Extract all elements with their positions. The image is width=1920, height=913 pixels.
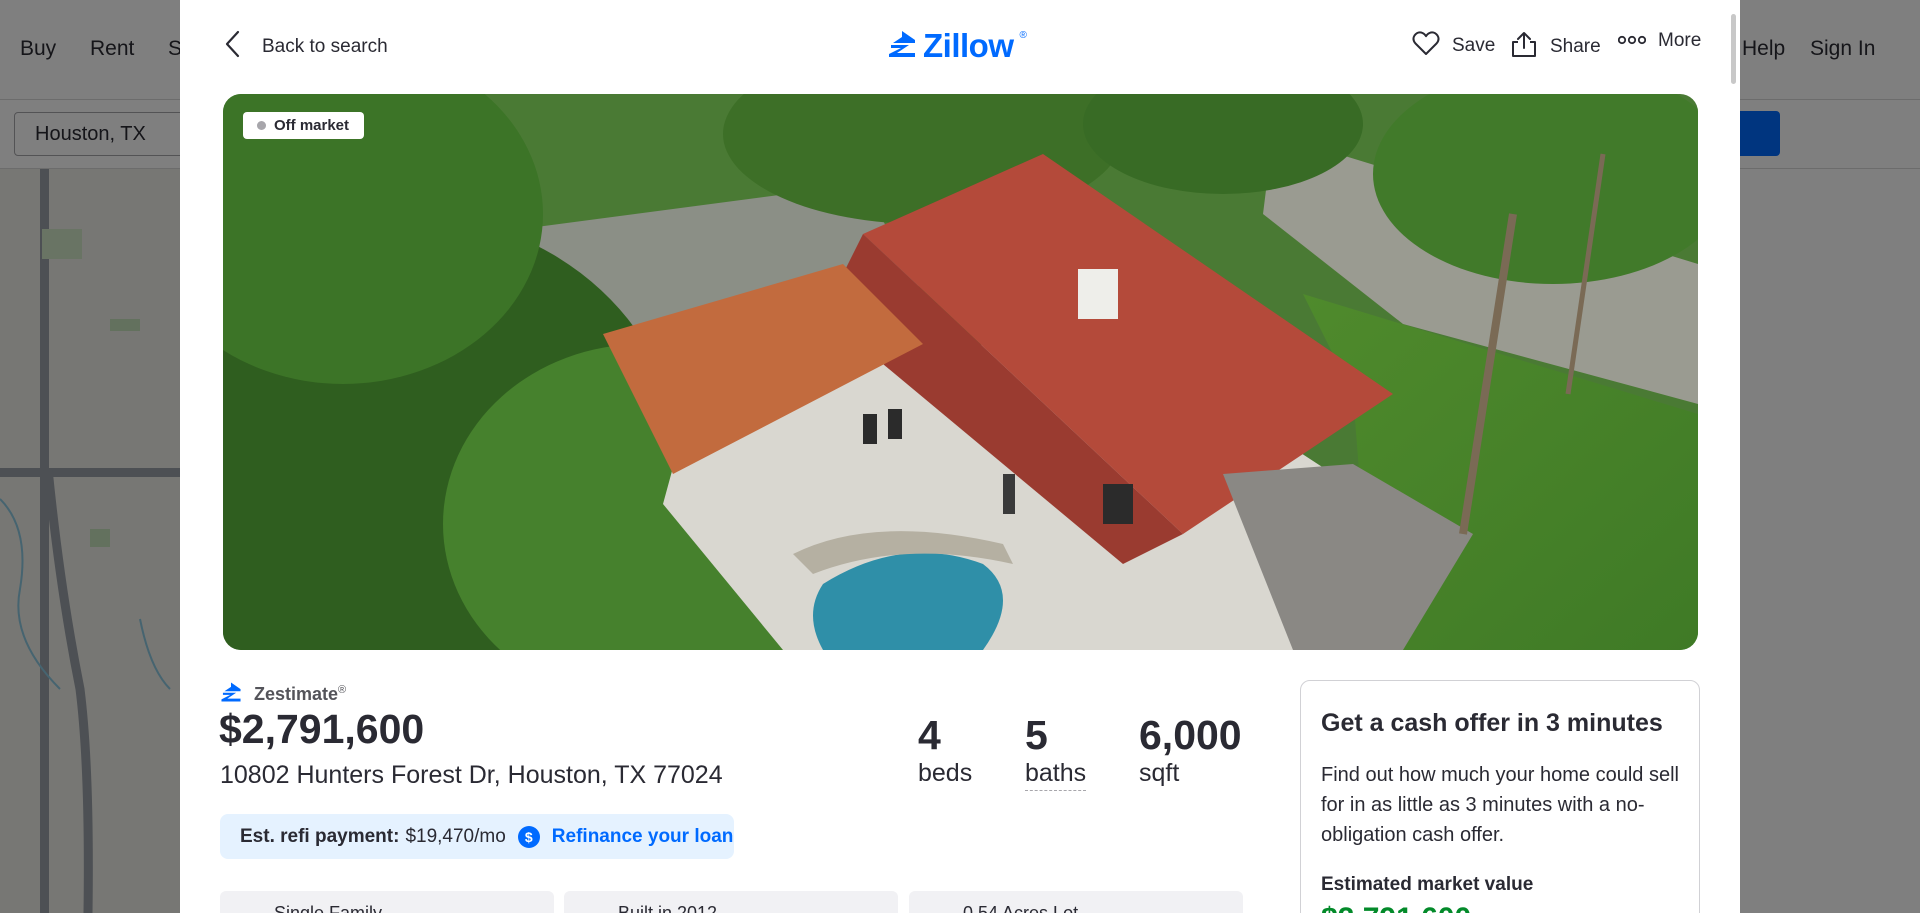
save-label: Save bbox=[1452, 35, 1496, 56]
sqft-stat: 6,000 sqft bbox=[1139, 712, 1242, 788]
chevron-left-icon bbox=[224, 30, 240, 63]
fact-home-type: Single Family bbox=[220, 891, 554, 913]
beds-stat: 4 beds bbox=[918, 712, 972, 788]
zestimate-label[interactable]: Zestimate® bbox=[254, 684, 346, 705]
zillow-logo-icon bbox=[220, 681, 242, 708]
baths-value: 5 bbox=[1025, 712, 1048, 758]
save-button[interactable]: Save bbox=[1412, 30, 1495, 62]
aerial-house-image bbox=[223, 94, 1698, 650]
property-detail-modal: Back to search Zillow ® Save Share More … bbox=[180, 0, 1740, 913]
beds-value: 4 bbox=[918, 712, 941, 758]
heart-icon bbox=[1412, 30, 1440, 62]
refi-payment-banner: Est. refi payment: $19,470/mo $ Refinanc… bbox=[220, 814, 734, 859]
baths-stat[interactable]: 5 baths bbox=[1025, 712, 1087, 791]
share-label: Share bbox=[1550, 36, 1601, 57]
estimated-market-value-label: Estimated market value bbox=[1321, 874, 1534, 895]
logo-registered-mark: ® bbox=[1019, 29, 1027, 41]
status-tag-label: Off market bbox=[274, 117, 350, 134]
fact-year-built: Built in 2012 bbox=[564, 891, 898, 913]
zillow-logo-icon bbox=[887, 29, 917, 64]
zestimate-label-row: Zestimate® bbox=[220, 681, 346, 708]
property-photo[interactable]: Off market bbox=[223, 94, 1698, 650]
refi-payment-label: Est. refi payment: bbox=[240, 825, 400, 847]
more-label: More bbox=[1658, 30, 1702, 51]
back-to-search-label: Back to search bbox=[262, 35, 388, 57]
cash-offer-title: Get a cash offer in 3 minutes bbox=[1321, 709, 1663, 737]
more-button[interactable]: More bbox=[1617, 30, 1702, 52]
sqft-label: sqft bbox=[1139, 759, 1180, 787]
refi-payment-amount: $19,470/mo bbox=[405, 825, 506, 847]
back-to-search-link[interactable]: Back to search bbox=[224, 30, 388, 63]
baths-label[interactable]: baths bbox=[1025, 758, 1087, 791]
property-address: 10802 Hunters Forest Dr, Houston, TX 770… bbox=[220, 761, 723, 789]
zillow-logo[interactable]: Zillow ® bbox=[887, 27, 1027, 65]
estimated-market-value: $2,791,600 bbox=[1321, 902, 1679, 913]
cash-offer-card: Get a cash offer in 3 minutes Find out h… bbox=[1300, 680, 1700, 913]
share-icon bbox=[1510, 30, 1538, 64]
zestimate-registered-mark: ® bbox=[338, 684, 347, 696]
fact-lot-size: 0.54 Acres Lot bbox=[909, 891, 1243, 913]
share-button[interactable]: Share bbox=[1510, 30, 1601, 64]
dollar-icon: $ bbox=[517, 825, 540, 848]
refinance-loan-link[interactable]: Refinance your loan bbox=[552, 826, 734, 848]
sqft-value: 6,000 bbox=[1139, 712, 1242, 758]
cash-offer-description: Find out how much your home could sell f… bbox=[1321, 764, 1679, 846]
status-tag: Off market bbox=[243, 112, 365, 139]
zillow-logo-text: Zillow bbox=[923, 27, 1014, 64]
more-dots-icon bbox=[1617, 30, 1647, 52]
zestimate-label-text: Zestimate bbox=[254, 684, 339, 704]
zestimate-price: $2,791,600 bbox=[219, 706, 425, 752]
modal-top-bar: Back to search Zillow ® Save Share More bbox=[180, 0, 1740, 94]
beds-label: beds bbox=[918, 759, 973, 787]
status-dot-icon bbox=[257, 121, 266, 130]
